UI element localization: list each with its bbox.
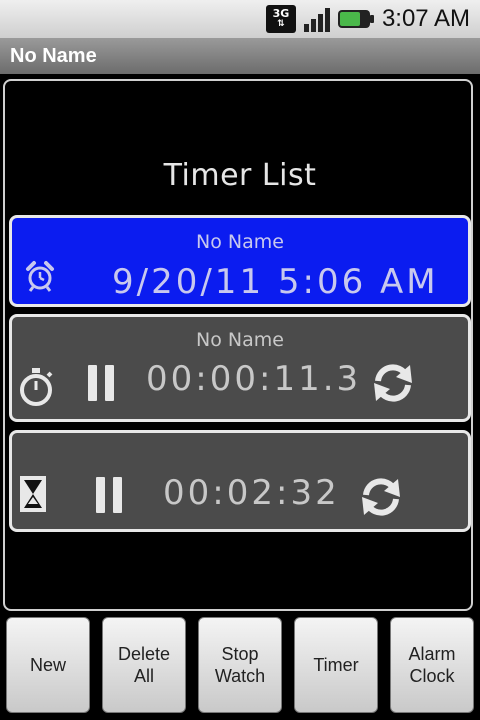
battery-icon [337, 10, 374, 28]
alarm-item[interactable]: No Name 9/20/11 5:06 AM [9, 215, 471, 307]
alarm-clock-button[interactable]: Alarm Clock [390, 617, 474, 713]
alarm-datetime: 9/20/11 5:06 AM [112, 262, 439, 302]
countdown-timer-item[interactable]: 00:02:32 [9, 430, 471, 532]
timer-list-title: Timer List [163, 158, 317, 193]
delete-all-button[interactable]: Delete All [102, 617, 186, 713]
stopwatch-item[interactable]: No Name 00:00:11.3 [9, 314, 471, 422]
status-time: 3:07 AM [381, 5, 470, 32]
timer-pause-button[interactable] [96, 477, 122, 513]
network-3g-icon: 3G ⇅ [265, 5, 296, 33]
network-label: 3G [272, 7, 290, 20]
stopwatch-elapsed: 00:00:11.3 [146, 359, 362, 399]
timer-reset-button[interactable] [358, 475, 404, 523]
signal-strength-icon [303, 6, 330, 32]
stopwatch-pause-button[interactable] [88, 365, 114, 401]
status-bar: 3G ⇅ 3:07 AM [0, 0, 480, 38]
app-screen: 3G ⇅ 3:07 AM No Name Timer List No Name [0, 0, 480, 720]
new-button[interactable]: New [6, 617, 90, 713]
alarm-name: No Name [196, 231, 284, 253]
timer-remaining: 00:02:32 [163, 473, 340, 513]
title-bar: No Name [0, 38, 480, 74]
stop-watch-button[interactable]: Stop Watch [198, 617, 282, 713]
stopwatch-icon [17, 367, 55, 411]
timer-button[interactable]: Timer [294, 617, 378, 713]
stopwatch-reset-button[interactable] [370, 361, 416, 409]
alarm-clock-icon [25, 260, 55, 296]
hourglass-icon [19, 475, 47, 517]
stopwatch-name: No Name [196, 329, 284, 351]
app-title: No Name [10, 44, 97, 67]
